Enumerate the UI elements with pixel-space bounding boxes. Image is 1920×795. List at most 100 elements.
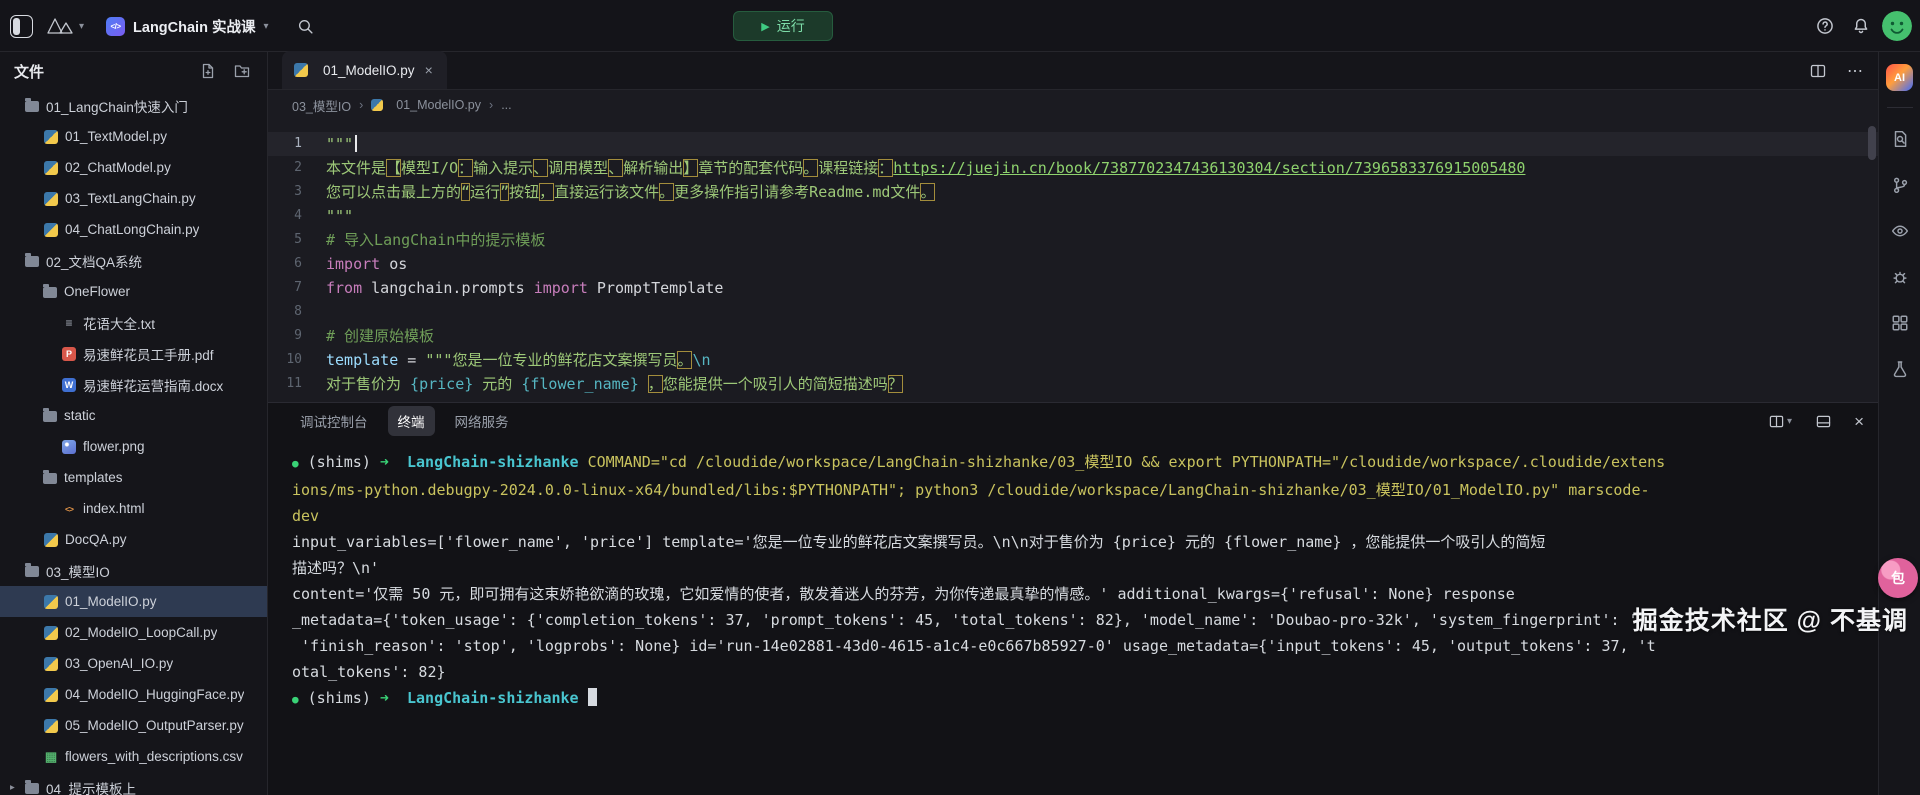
text-segment: ： — [458, 159, 473, 177]
tree-file-03_OpenAI_IO.py[interactable]: 03_OpenAI_IO.py — [0, 648, 267, 679]
bug-icon — [1891, 268, 1909, 286]
code-line-2[interactable]: 2本文件是【模型I/O：输入提示、调用模型、解析输出】章节的配套代码。课程链接：… — [268, 156, 1878, 180]
tree-file-index.html[interactable]: index.html — [0, 493, 267, 524]
breadcrumb-item[interactable]: 01_ModelIO.py — [396, 98, 481, 112]
tree-file-04_ModelIO_HuggingFace.py[interactable]: 04_ModelIO_HuggingFace.py — [0, 679, 267, 710]
line-number: 4 — [268, 204, 326, 228]
tree-file-05_ModelIO_OutputParser.py[interactable]: 05_ModelIO_OutputParser.py — [0, 710, 267, 741]
ai-assistant-button[interactable]: AI — [1886, 64, 1913, 91]
file-search-button[interactable] — [1885, 124, 1915, 154]
tree-folder-02_文档QA系统[interactable]: 02_文档QA系统 — [0, 245, 267, 276]
workspace-name: LangChain 实战课 — [133, 16, 255, 37]
tree-folder-01_LangChain快速入门[interactable]: 01_LangChain快速入门 — [0, 90, 267, 121]
workspace-switcher[interactable]: LangChain 实战课 ▾ — [98, 12, 276, 41]
terminal-line-3: dev — [292, 503, 1878, 529]
tree-file-04_ChatLongChain.py[interactable]: 04_ChatLongChain.py — [0, 214, 267, 245]
text-segment: input_variables=['flower_name', 'price']… — [292, 533, 1545, 551]
tree-file-03_TextLangChain.py[interactable]: 03_TextLangChain.py — [0, 183, 267, 214]
code-line-5[interactable]: 5# 导入LangChain中的提示模板 — [268, 228, 1878, 252]
text-segment — [389, 453, 407, 471]
text-segment: """ — [326, 207, 353, 225]
panel-split-button[interactable]: ▾ — [1769, 414, 1792, 429]
python-file-icon — [294, 63, 308, 77]
code-line-4[interactable]: 4""" — [268, 204, 1878, 228]
tree-file-02_ChatModel.py[interactable]: 02_ChatModel.py — [0, 152, 267, 183]
new-folder-button[interactable] — [231, 60, 253, 82]
line-number: 9 — [268, 324, 326, 348]
code-text: # 导入LangChain中的提示模板 — [326, 228, 545, 252]
code-line-3[interactable]: 3您可以点击最上方的“运行”按钮，直接运行该文件。更多操作指引请参考Readme… — [268, 180, 1878, 204]
tree-file-01_TextModel.py[interactable]: 01_TextModel.py — [0, 121, 267, 152]
text-segment: ● — [292, 457, 299, 470]
extensions-button[interactable] — [1885, 308, 1915, 338]
editor-tab[interactable]: 01_ModelIO.py × — [282, 51, 447, 89]
source-control-button[interactable] — [1885, 170, 1915, 200]
tree-file-flowers_with_descriptions.csv[interactable]: flowers_with_descriptions.csv — [0, 741, 267, 772]
text-segment: """ — [326, 135, 353, 153]
tree-folder-templates[interactable]: templates — [0, 462, 267, 493]
tree-file-花语大全.txt[interactable]: 花语大全.txt — [0, 307, 267, 338]
text-segment: ？ — [888, 375, 903, 393]
tree-file-flower.png[interactable]: flower.png — [0, 431, 267, 462]
breadcrumb: 03_模型IO›01_ModelIO.py›... — [268, 90, 1878, 120]
preview-button[interactable] — [1885, 216, 1915, 246]
terminal-line-9: otal_tokens': 82} — [292, 659, 1878, 685]
tree-file-易速鲜花员工手册.pdf[interactable]: 易速鲜花员工手册.pdf — [0, 338, 267, 369]
tree-folder-04_提示模板上[interactable]: ▸04_提示模板上 — [0, 772, 267, 795]
image-file-icon — [62, 440, 76, 454]
text-segment: 、 — [608, 159, 623, 177]
panel-close-button[interactable]: × — [1854, 413, 1864, 430]
text-segment: 【 — [386, 159, 401, 177]
test-button[interactable] — [1885, 354, 1915, 384]
tree-file-易速鲜花运营指南.docx[interactable]: 易速鲜花运营指南.docx — [0, 369, 267, 400]
tree-folder-03_模型IO[interactable]: 03_模型IO — [0, 555, 267, 586]
activity-bar: AI — [1878, 52, 1920, 795]
code-line-1[interactable]: 1""" — [268, 132, 1878, 156]
tree-file-02_ModelIO_LoopCall.py[interactable]: 02_ModelIO_LoopCall.py — [0, 617, 267, 648]
tree-item-label: static — [64, 408, 96, 423]
editor-scrollbar[interactable] — [1868, 126, 1876, 160]
help-button[interactable] — [1810, 11, 1840, 41]
code-line-6[interactable]: 6import os — [268, 252, 1878, 276]
code-line-8[interactable]: 8 — [268, 300, 1878, 324]
panel-layout-button[interactable] — [1808, 406, 1838, 436]
code-line-10[interactable]: 10template = """您是一位专业的鲜花店文案撰写员。\n — [268, 348, 1878, 372]
text-segment: 本文件是 — [326, 159, 386, 177]
breadcrumb-item[interactable]: ... — [501, 98, 511, 112]
split-editor-button[interactable] — [1803, 56, 1833, 86]
app-logo-icon — [10, 15, 33, 38]
search-button[interactable] — [291, 11, 321, 41]
panel-tab-调试控制台[interactable]: 调试控制台 — [290, 406, 378, 436]
text-segment — [389, 689, 407, 707]
notifications-button[interactable] — [1846, 11, 1876, 41]
editor-more-button[interactable]: ⋯ — [1847, 61, 1864, 81]
code-line-9[interactable]: 9# 创建原始模板 — [268, 324, 1878, 348]
panel-tab-网络服务[interactable]: 网络服务 — [445, 406, 519, 436]
breadcrumb-item[interactable]: 03_模型IO — [292, 96, 351, 115]
text-segment: 。 — [659, 183, 674, 201]
tree-file-DocQA.py[interactable]: DocQA.py — [0, 524, 267, 555]
code-text: # 创建原始模板 — [326, 324, 434, 348]
new-file-button[interactable] — [197, 60, 219, 82]
python-file-icon — [44, 626, 58, 640]
tree-folder-static[interactable]: static — [0, 400, 267, 431]
code-editor[interactable]: 1"""2本文件是【模型I/O：输入提示、调用模型、解析输出】章节的配套代码。课… — [268, 120, 1878, 402]
code-line-7[interactable]: 7from langchain.prompts import PromptTem… — [268, 276, 1878, 300]
panel-tab-终端[interactable]: 终端 — [388, 406, 435, 436]
text-segment: COMMAND="cd /cloudide/workspace/LangChai… — [579, 453, 1666, 471]
eye-icon — [1891, 222, 1909, 240]
user-avatar[interactable] — [1882, 11, 1912, 41]
tree-folder-OneFlower[interactable]: OneFlower — [0, 276, 267, 307]
tree-file-01_ModelIO.py[interactable]: 01_ModelIO.py — [0, 586, 267, 617]
editor-tab-label: 01_ModelIO.py — [323, 63, 415, 78]
code-line-11[interactable]: 11对于售价为 {price} 元的 {flower_name} ，您能提供一个… — [268, 372, 1878, 396]
chevron-down-icon: ▾ — [263, 21, 268, 32]
breadcrumb-separator: › — [489, 98, 493, 112]
python-file-icon — [44, 130, 58, 144]
close-tab-icon[interactable]: × — [423, 62, 435, 78]
folder-icon — [25, 783, 39, 794]
run-button[interactable]: ▶ 运行 — [733, 11, 833, 41]
floating-assistant-badge[interactable]: 包 — [1878, 558, 1918, 598]
workspace-menu[interactable]: ▾ — [47, 17, 84, 35]
debug-button[interactable] — [1885, 262, 1915, 292]
